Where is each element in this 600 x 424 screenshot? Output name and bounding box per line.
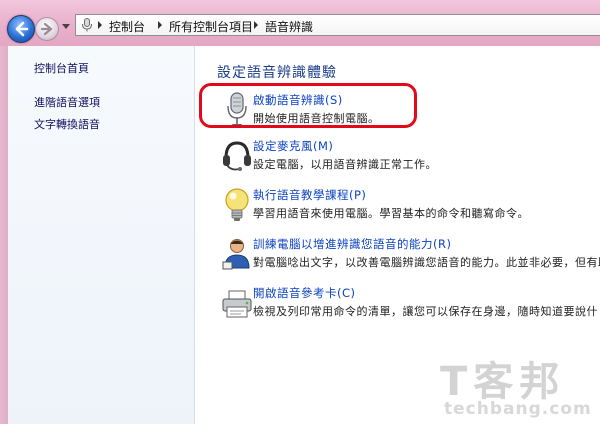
arrow-left-icon	[15, 21, 29, 37]
printer-icon	[222, 290, 252, 318]
watermark-logo: T客邦	[440, 359, 566, 405]
task-description: 設定電腦，以用語音辨識正常工作。	[253, 158, 437, 171]
breadcrumb-separator[interactable]	[254, 21, 258, 29]
headset-icon	[223, 141, 251, 171]
breadcrumb-separator[interactable]	[98, 21, 102, 29]
breadcrumb-speech-recognition[interactable]: 語音辨識	[265, 18, 313, 35]
breadcrumb-separator[interactable]	[158, 21, 162, 29]
lightbulb-icon	[225, 188, 249, 221]
task-pane: 控制台首頁 進階語音選項 文字轉換語音	[8, 46, 195, 424]
task-title[interactable]: 訓練電腦以增進辨識您語音的能力(R)	[253, 236, 451, 252]
task-title[interactable]: 設定麥克風(M)	[253, 138, 333, 154]
task-speech-tutorial[interactable]: 執行語音教學課程(P) 學習用語音來使用電腦。學習基本的命令和聽寫命令。	[217, 187, 600, 231]
forward-button[interactable]	[35, 17, 59, 41]
breadcrumb-all-items[interactable]: 所有控制台項目	[169, 18, 253, 35]
breadcrumb-control-panel[interactable]: 控制台	[109, 18, 145, 35]
task-title[interactable]: 開啟語音參考卡(C)	[253, 285, 356, 301]
back-button[interactable]	[7, 15, 35, 43]
highlight-annotation	[199, 83, 417, 128]
address-bar[interactable]: 控制台 所有控制台項目 語音辨識	[75, 14, 600, 36]
task-description: 學習用語音來使用電腦。學習基本的命令和聽寫命令。	[253, 207, 529, 220]
task-description: 檢視及列印常用命令的清單，讓您可以保存在身邊，隨時知道要說什	[253, 305, 598, 318]
recent-pages-dropdown[interactable]	[62, 24, 70, 29]
control-panel-home-link[interactable]: 控制台首頁	[34, 60, 89, 76]
window-frame-left	[0, 46, 8, 424]
task-open-reference-card[interactable]: 開啟語音參考卡(C) 檢視及列印常用命令的清單，讓您可以保存在身邊，隨時知道要說…	[217, 285, 600, 329]
task-title[interactable]: 執行語音教學課程(P)	[253, 187, 366, 203]
task-description: 對電腦唸出文字，以改善電腦辨識您語音的能力。此並非必要，但有助	[253, 256, 600, 269]
task-setup-microphone[interactable]: 設定麥克風(M) 設定電腦，以用語音辨識正常工作。	[217, 138, 600, 182]
watermark-url: techbang.com	[444, 399, 592, 419]
page-title: 設定語音辨識體驗	[217, 65, 337, 81]
user-icon	[222, 239, 250, 270]
text-to-speech-link[interactable]: 文字轉換語音	[34, 116, 100, 132]
arrow-right-icon	[40, 22, 53, 36]
advanced-speech-options-link[interactable]: 進階語音選項	[34, 94, 100, 110]
microphone-small-icon	[82, 18, 92, 32]
task-train-computer[interactable]: 訓練電腦以增進辨識您語音的能力(R) 對電腦唸出文字，以改善電腦辨識您語音的能力…	[217, 236, 600, 280]
